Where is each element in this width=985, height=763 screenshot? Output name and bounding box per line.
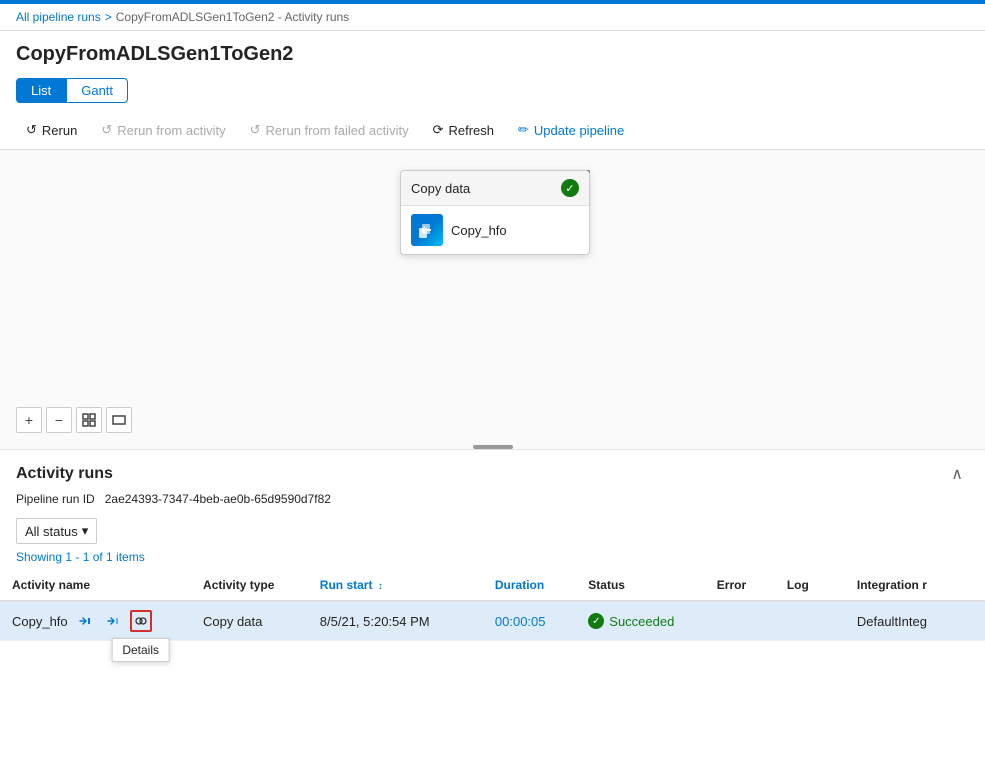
list-view-button[interactable]: List <box>16 78 66 103</box>
rerun-from-failed-icon: ↺ <box>250 122 261 138</box>
scroll-indicator <box>473 445 513 449</box>
activity-runs-section: Activity runs ∧ Pipeline run ID 2ae24393… <box>0 450 985 641</box>
status-text: Succeeded <box>609 614 674 629</box>
tooltip-container: Details <box>130 610 152 632</box>
copy-data-icon <box>411 214 443 246</box>
filter-row: All status ▾ <box>0 514 985 548</box>
refresh-icon: ⟳ <box>433 122 444 138</box>
runs-table: Activity name Activity type Run start ↕ … <box>0 570 985 641</box>
popup-header: Copy data ✓ <box>401 171 589 206</box>
activity-name-cell: Copy_hfo <box>12 610 179 632</box>
update-pipeline-button[interactable]: ✏ Update pipeline <box>508 117 634 143</box>
col-header-log: Log <box>775 570 845 601</box>
cell-activity-type: Copy data <box>191 601 308 641</box>
section-header: Activity runs ∧ <box>0 450 985 490</box>
showing-text: Showing 1 - 1 of 1 items <box>0 548 985 570</box>
activity-name-text: Copy_hfo <box>12 614 68 629</box>
rerun-from-activity-button[interactable]: ↺ Rerun from activity <box>91 117 235 143</box>
section-title: Activity runs <box>16 465 113 483</box>
pipeline-run-id-value: 2ae24393-7347-4beb-ae0b-65d9590d7f82 <box>105 492 331 506</box>
popup-body: Copy_hfo <box>401 206 589 254</box>
cell-log <box>775 601 845 641</box>
col-header-run-start[interactable]: Run start ↕ <box>308 570 483 601</box>
rerun-from-activity-label: Rerun from activity <box>117 123 225 138</box>
cell-activity-name: Copy_hfo <box>0 601 191 641</box>
input-icon-button[interactable] <box>74 610 96 632</box>
status-filter-label: All status <box>25 524 78 539</box>
pipeline-run-id-row: Pipeline run ID 2ae24393-7347-4beb-ae0b-… <box>0 490 985 514</box>
col-header-activity-type: Activity type <box>191 570 308 601</box>
chevron-down-icon: ▾ <box>82 523 89 539</box>
popup-success-icon: ✓ <box>561 179 579 197</box>
rerun-from-failed-label: Rerun from failed activity <box>266 123 409 138</box>
page-title: CopyFromADLSGen1ToGen2 <box>0 31 985 74</box>
refresh-button[interactable]: ⟳ Refresh <box>423 117 504 143</box>
update-pipeline-label: Update pipeline <box>534 123 624 138</box>
col-header-status: Status <box>576 570 704 601</box>
col-header-duration: Duration <box>483 570 576 601</box>
refresh-label: Refresh <box>448 123 494 138</box>
breadcrumb-link[interactable]: All pipeline runs <box>16 10 101 24</box>
output-icon-button[interactable] <box>102 610 124 632</box>
view-toggle: List Gantt <box>0 74 985 111</box>
status-success: ✓ Succeeded <box>588 613 692 629</box>
cell-duration: 00:00:05 <box>483 601 576 641</box>
breadcrumb-current: CopyFromADLSGen1ToGen2 - Activity runs <box>116 10 349 24</box>
update-pipeline-icon: ✏ <box>518 122 529 138</box>
rerun-icon: ↺ <box>26 122 37 138</box>
gantt-view-button[interactable]: Gantt <box>66 78 128 103</box>
cell-status: ✓ Succeeded <box>576 601 704 641</box>
cell-error <box>705 601 775 641</box>
fit-page-button[interactable] <box>76 407 102 433</box>
toolbar: ↺ Rerun ↺ Rerun from activity ↺ Rerun fr… <box>0 111 985 150</box>
table-row: Copy_hfo <box>0 601 985 641</box>
col-header-integration: Integration r <box>845 570 985 601</box>
fit-width-button[interactable] <box>106 407 132 433</box>
pipeline-run-id-label: Pipeline run ID <box>16 492 95 506</box>
breadcrumb-separator: > <box>105 10 112 24</box>
popup-activity-name: Copy_hfo <box>451 223 507 238</box>
cell-run-start: 8/5/21, 5:20:54 PM <box>308 601 483 641</box>
zoom-out-button[interactable]: − <box>46 407 72 433</box>
status-filter-button[interactable]: All status ▾ <box>16 518 97 544</box>
rerun-from-activity-icon: ↺ <box>101 122 112 138</box>
rerun-button[interactable]: ↺ Rerun <box>16 117 87 143</box>
rerun-label: Rerun <box>42 123 77 138</box>
activity-popup: Copy data ✓ Copy_hfo <box>400 170 590 255</box>
breadcrumb: All pipeline runs > CopyFromADLSGen1ToGe… <box>0 4 985 31</box>
canvas-area: Copy data ✓ Copy_hfo + − <box>0 150 985 450</box>
popup-header-title: Copy data <box>411 181 470 196</box>
col-header-activity-name: Activity name <box>0 570 191 601</box>
status-dot: ✓ <box>588 613 604 629</box>
canvas-controls: + − <box>16 407 132 433</box>
rerun-from-failed-button[interactable]: ↺ Rerun from failed activity <box>240 117 419 143</box>
col-header-error: Error <box>705 570 775 601</box>
sort-icon: ↕ <box>378 581 383 592</box>
cell-integration: DefaultInteg <box>845 601 985 641</box>
collapse-button[interactable]: ∧ <box>945 462 969 486</box>
details-tooltip: Details <box>111 638 170 662</box>
zoom-in-button[interactable]: + <box>16 407 42 433</box>
details-icon-button[interactable] <box>130 610 152 632</box>
